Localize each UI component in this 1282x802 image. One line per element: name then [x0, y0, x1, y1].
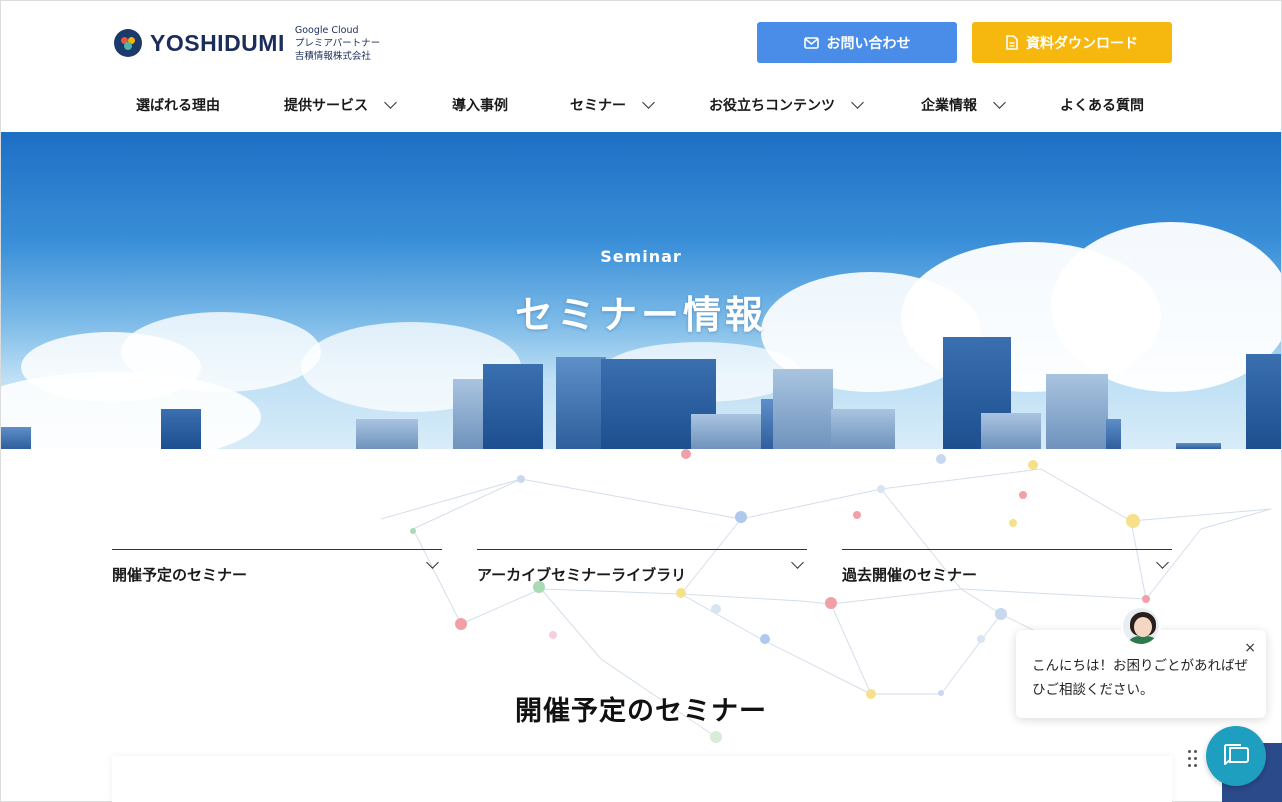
hero-building	[161, 409, 201, 449]
tab-label: 開催予定のセミナー	[112, 566, 248, 584]
nav-item-label: 導入事例	[452, 98, 508, 114]
logo-subtitle: Google Cloud プレミアパートナー 吉積情報株式会社	[295, 24, 380, 63]
hero-banner: Seminar セミナー情報	[1, 132, 1281, 449]
nav-item-label: お役立ちコンテンツ	[709, 98, 835, 114]
hero-building	[1, 427, 31, 449]
mail-icon	[803, 36, 819, 49]
logo-mark-icon	[114, 29, 142, 57]
nav-item-seminars[interactable]: セミナー	[570, 95, 655, 115]
tab-label: 過去開催のセミナー	[842, 566, 978, 584]
chevron-down-icon	[642, 96, 655, 109]
chat-open-button[interactable]	[1206, 726, 1266, 786]
chat-greeting-text: こんにちは！お困りごとがあればぜひご相談ください。	[1032, 658, 1248, 698]
nav-item-label: セミナー	[570, 98, 626, 114]
drag-handle-icon[interactable]	[1188, 750, 1200, 770]
nav-item-case-studies[interactable]: 導入事例	[452, 95, 508, 115]
hero-building	[831, 409, 895, 449]
hero-building	[1106, 419, 1121, 449]
chevron-down-icon	[1156, 556, 1169, 569]
contact-button-label: お問い合わせ	[826, 35, 911, 52]
logo-sub-line-3: 吉積情報株式会社	[294, 50, 371, 62]
site-logo[interactable]: YOSHIDUMI Google Cloud プレミアパートナー 吉積情報株式会…	[114, 21, 380, 65]
nav-item-resources[interactable]: お役立ちコンテンツ	[709, 95, 864, 115]
hero-building	[981, 413, 1041, 449]
operator-avatar	[1121, 606, 1161, 646]
site-header: YOSHIDUMI Google Cloud プレミアパートナー 吉積情報株式会…	[1, 1, 1281, 132]
chevron-down-icon	[426, 556, 439, 569]
network-background	[380, 449, 1272, 743]
hero-building	[356, 419, 418, 449]
chevron-down-icon	[791, 556, 804, 569]
tab-upcoming-seminars[interactable]: 開催予定のセミナー	[112, 549, 442, 591]
nav-item-label: 提供サービス	[284, 98, 368, 114]
document-icon	[1006, 35, 1018, 50]
nav-item-label: よくある質問	[1060, 98, 1144, 114]
tab-archive-library[interactable]: アーカイブセミナーライブラリ	[477, 549, 807, 591]
nav-item-label: 企業情報	[921, 98, 977, 114]
global-nav: 選ばれる理由 提供サービス 導入事例 セミナー お役立ちコンテンツ 企業情報 よ…	[1, 85, 1281, 125]
tab-past-seminars[interactable]: 過去開催のセミナー	[842, 549, 1172, 591]
hero-subtitle: Seminar	[600, 247, 682, 266]
nav-item-company[interactable]: 企業情報	[921, 95, 1006, 115]
close-icon[interactable]: ×	[1244, 636, 1256, 660]
chevron-down-icon	[384, 96, 397, 109]
nav-item-label: 選ばれる理由	[136, 98, 220, 114]
hero-building	[691, 414, 761, 449]
download-button[interactable]: 資料ダウンロード	[972, 22, 1172, 63]
hero-building	[773, 369, 833, 449]
nav-item-faq[interactable]: よくある質問	[1060, 95, 1144, 115]
chevron-down-icon	[851, 96, 864, 109]
chat-icon	[1224, 744, 1249, 765]
hero-building	[1046, 374, 1108, 449]
contact-button[interactable]: お問い合わせ	[757, 22, 957, 63]
hero-building	[453, 379, 483, 449]
nav-item-reasons[interactable]: 選ばれる理由	[136, 95, 220, 115]
download-button-label: 資料ダウンロード	[1026, 35, 1138, 52]
hero-building	[483, 364, 543, 449]
hero-building	[556, 357, 606, 449]
chevron-down-icon	[993, 96, 1006, 109]
seminar-card[interactable]	[112, 756, 1172, 802]
logo-sub-line-1: Google Cloud	[294, 24, 359, 36]
tab-label: アーカイブセミナーライブラリ	[477, 566, 687, 584]
nav-item-services[interactable]: 提供サービス	[284, 95, 397, 115]
hero-building	[1246, 354, 1281, 449]
logo-sub-line-2: プレミアパートナー	[294, 37, 381, 49]
hero-title: セミナー情報	[514, 293, 767, 337]
logo-text: YOSHIDUMI	[150, 29, 285, 56]
